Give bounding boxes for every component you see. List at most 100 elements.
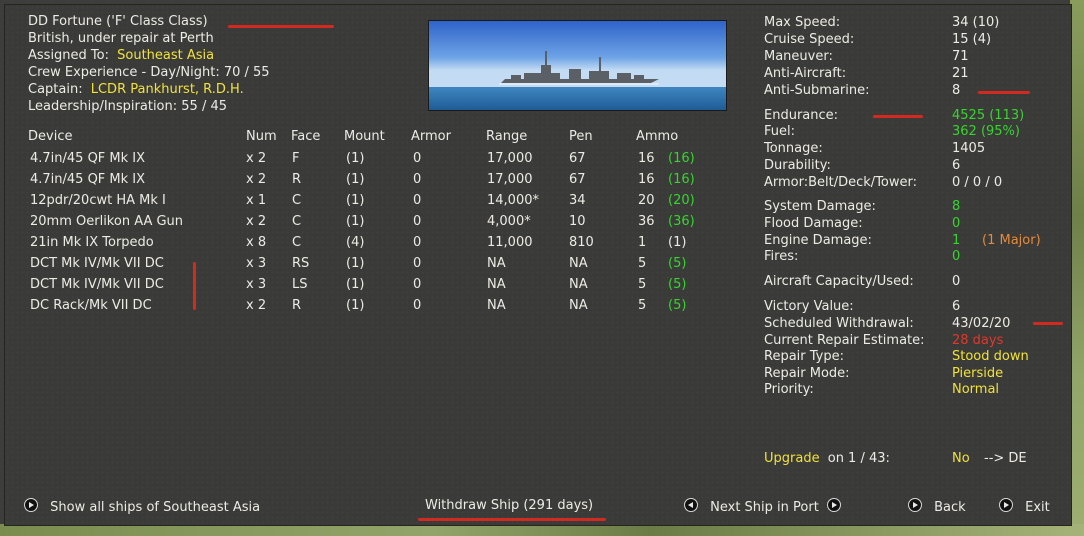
device-row[interactable]: DCT Mk IV/Mk VII DC x 3 RS (1) 0 NA NA 5…: [28, 256, 718, 276]
device-row[interactable]: 4.7in/45 QF Mk IX x 2 R (1) 0 17,000 67 …: [28, 172, 718, 192]
device-num: x 3: [246, 256, 267, 271]
upgrade-link[interactable]: Upgrade: [764, 451, 820, 466]
fires-value: 0: [952, 249, 961, 264]
crew-experience: Crew Experience - Day/Night: 70 / 55: [28, 65, 270, 80]
device-pen: 810: [569, 235, 594, 250]
annotation-mark: [1033, 322, 1063, 325]
device-face: C: [292, 193, 302, 208]
repair-mode-value[interactable]: Pierside: [952, 366, 1003, 381]
fuel-value: 362 (95%): [952, 124, 1020, 139]
device-row[interactable]: 12pdr/20cwt HA Mk I x 1 C (1) 0 14,000* …: [28, 193, 718, 213]
repair-type-label: Repair Type:: [764, 349, 844, 364]
device-row[interactable]: 21in Mk IX Torpedo x 8 C (4) 0 11,000 81…: [28, 235, 718, 255]
anti-aircraft-value: 21: [952, 66, 969, 81]
device-face: C: [292, 214, 302, 229]
flood-damage-label: Flood Damage:: [764, 216, 863, 231]
engine-damage-major: (1 Major): [982, 233, 1041, 248]
fuel-label: Fuel:: [764, 124, 795, 139]
system-damage-label: System Damage:: [764, 199, 876, 214]
device-ammo: 5: [638, 298, 647, 313]
device-face: LS: [292, 277, 308, 292]
device-range: NA: [487, 256, 506, 271]
device-row[interactable]: DCT Mk IV/Mk VII DC x 3 LS (1) 0 NA NA 5…: [28, 277, 718, 297]
device-ammo: 36: [638, 214, 655, 229]
device-num: x 2: [246, 172, 267, 187]
device-ammo: 16: [638, 151, 655, 166]
device-num: x 2: [246, 214, 267, 229]
device-ammo: 1: [638, 235, 647, 250]
device-name: 21in Mk IX Torpedo: [30, 235, 154, 250]
device-ammo-max: (1): [668, 235, 687, 250]
device-mount: (1): [346, 214, 365, 229]
device-face: RS: [292, 256, 310, 271]
repair-type-value[interactable]: Stood down: [952, 349, 1029, 364]
armor-value: 0 / 0 / 0: [952, 175, 1003, 190]
scheduled-withdrawal-label: Scheduled Withdrawal:: [764, 316, 914, 331]
max-speed-value: 34 (10): [952, 15, 1000, 30]
device-range: 4,000*: [487, 214, 531, 229]
arrow-right-icon: [908, 498, 922, 512]
annotation-mark: [978, 91, 1030, 94]
device-ammo: 16: [638, 172, 655, 187]
device-ammo-max: (16): [668, 172, 695, 187]
assigned-to: Assigned To: Southeast Asia: [28, 48, 214, 63]
durability-value: 6: [952, 158, 961, 173]
device-ammo: 20: [638, 193, 655, 208]
col-device: Device: [28, 129, 73, 144]
col-armor: Armor: [411, 129, 451, 144]
withdraw-ship-button[interactable]: Withdraw Ship (291 days): [425, 498, 593, 513]
device-range: 17,000: [487, 151, 533, 166]
device-row[interactable]: 20mm Oerlikon AA Gun x 2 C (1) 0 4,000* …: [28, 214, 718, 234]
device-pen: 34: [569, 193, 586, 208]
device-num: x 3: [246, 277, 267, 292]
device-pen: NA: [569, 277, 588, 292]
endurance-label: Endurance:: [764, 108, 839, 123]
device-name: DCT Mk IV/Mk VII DC: [30, 256, 164, 271]
captain-value-link[interactable]: LCDR Pankhurst, R.D.H.: [91, 82, 244, 97]
fires-label: Fires:: [764, 249, 799, 264]
maneuver-label: Maneuver:: [764, 49, 833, 64]
show-all-ships-button[interactable]: Show all ships of Southeast Asia: [24, 498, 260, 515]
victory-value-value: 6: [952, 299, 961, 314]
device-armor: 0: [413, 235, 422, 250]
device-name: 4.7in/45 QF Mk IX: [30, 172, 146, 187]
device-table-header: Device Num Face Mount Armor Range Pen Am…: [28, 129, 718, 149]
cruise-speed-label: Cruise Speed:: [764, 32, 855, 47]
upgrade-toggle[interactable]: No: [952, 451, 970, 466]
col-pen: Pen: [569, 129, 593, 144]
col-face: Face: [291, 129, 321, 144]
priority-value[interactable]: Normal: [952, 382, 999, 397]
arrow-left-icon[interactable]: [684, 498, 698, 512]
device-num: x 2: [246, 151, 267, 166]
ship-name: DD Fortune ('F' Class Class): [28, 14, 208, 29]
upgrade-row: Upgrade on 1 / 43:: [764, 451, 890, 466]
device-ammo-max: (5): [668, 277, 687, 292]
anti-aircraft-label: Anti-Aircraft:: [764, 66, 847, 81]
device-mount: (4): [346, 235, 365, 250]
device-armor: 0: [413, 193, 422, 208]
device-face: F: [292, 151, 300, 166]
exit-label: Exit: [1025, 500, 1050, 515]
back-button[interactable]: Back: [908, 498, 966, 515]
repair-estimate-value: 28 days: [952, 333, 1004, 348]
next-ship-button[interactable]: Next Ship in Port: [684, 498, 841, 515]
annotation-mark: [873, 115, 923, 118]
show-all-ships-label: Show all ships of Southeast Asia: [50, 500, 261, 515]
device-mount: (1): [346, 298, 365, 313]
ship-image: [428, 20, 727, 111]
annotation-mark: [228, 25, 334, 28]
priority-label: Priority:: [764, 382, 814, 397]
device-row[interactable]: DC Rack/Mk VII DC x 2 R (1) 0 NA NA 5 (5…: [28, 298, 718, 318]
arrow-right-icon[interactable]: [826, 498, 841, 512]
device-num: x 8: [246, 235, 267, 250]
device-range: 11,000: [487, 235, 533, 250]
device-armor: 0: [413, 298, 422, 313]
tonnage-value: 1405: [952, 141, 986, 156]
map-background-right: [1070, 0, 1084, 536]
assigned-value-link[interactable]: Southeast Asia: [117, 48, 214, 63]
col-mount: Mount: [344, 129, 385, 144]
engine-damage-label: Engine Damage:: [764, 233, 872, 248]
exit-button[interactable]: Exit: [999, 498, 1050, 515]
maneuver-value: 71: [952, 49, 969, 64]
device-row[interactable]: 4.7in/45 QF Mk IX x 2 F (1) 0 17,000 67 …: [28, 151, 718, 171]
